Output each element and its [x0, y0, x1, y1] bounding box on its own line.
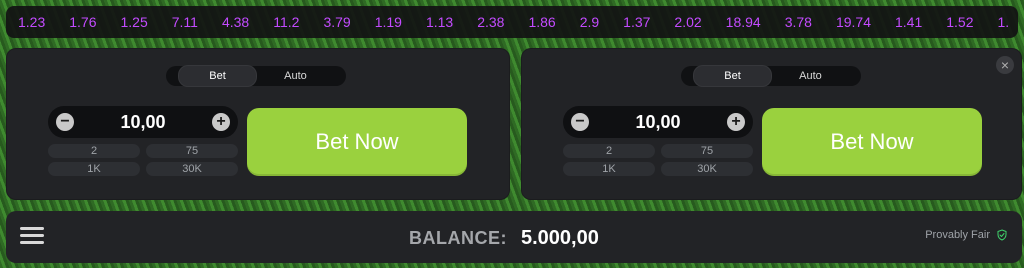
balance-display: BALANCE: 5.000,00: [409, 227, 599, 250]
multiplier-history-item: 7.11: [171, 14, 198, 30]
multiplier-history-item: 1.41: [895, 14, 923, 30]
minus-icon[interactable]: −: [571, 113, 589, 131]
multiplier-history-item: 19.74: [835, 14, 871, 30]
multiplier-history-item: 2.9: [579, 14, 600, 30]
balance-value: 5.000,00: [521, 227, 599, 249]
bet-amount-row: − 10,00 +: [563, 106, 753, 138]
multiplier-history-item: 2.38: [477, 14, 505, 30]
bet-amount-value[interactable]: 10,00: [635, 112, 680, 133]
multiplier-history-item: 2.02: [674, 14, 702, 30]
bet-amount-row: − 10,00 +: [48, 106, 238, 138]
quick-amount-button[interactable]: 1K: [48, 162, 140, 176]
tab-bet[interactable]: Bet: [693, 65, 772, 87]
quick-amount-button[interactable]: 30K: [661, 162, 753, 176]
plus-icon[interactable]: +: [211, 113, 230, 131]
right-bet-panel: × Bet Auto − 10,00 + 2 75 1K 30K Bet Now: [521, 48, 1022, 200]
tab-auto[interactable]: Auto: [257, 66, 334, 86]
multiplier-history-item: 4.38: [221, 14, 250, 30]
bet-now-button[interactable]: Bet Now: [762, 108, 982, 176]
bet-mode-tabs: Bet Auto: [166, 65, 346, 87]
multiplier-history-bar: 1.23 1.76 1.25 7.11 4.38 11.2 3.79 1.19 …: [6, 6, 1018, 38]
multiplier-history-item: 1.: [997, 14, 1010, 30]
multiplier-history-item: 11.2: [273, 14, 300, 30]
bet-mode-tabs: Bet Auto: [681, 65, 861, 87]
bet-amount-value[interactable]: 10,00: [120, 112, 165, 133]
quick-amount-grid: 2 75 1K 30K: [563, 144, 753, 176]
bottom-status-bar: BALANCE: 5.000,00 Provably Fair: [6, 211, 1022, 263]
quick-amount-grid: 2 75 1K 30K: [48, 144, 238, 176]
provably-fair-link[interactable]: Provably Fair: [925, 229, 1008, 241]
multiplier-history-item: 1.23: [18, 14, 46, 30]
quick-amount-button[interactable]: 30K: [146, 162, 238, 176]
left-bet-panel: Bet Auto − 10,00 + 2 75 1K 30K Bet Now: [6, 48, 510, 200]
menu-icon[interactable]: [20, 225, 44, 247]
quick-amount-button[interactable]: 75: [146, 144, 238, 158]
menu-icon-line: [20, 227, 44, 230]
multiplier-history-item: 3.79: [323, 14, 351, 30]
quick-amount-button[interactable]: 1K: [563, 162, 655, 176]
bet-now-button[interactable]: Bet Now: [247, 108, 467, 176]
multiplier-history-item: 1.13: [425, 14, 454, 30]
menu-icon-line: [20, 241, 44, 244]
provably-fair-label: Provably Fair: [925, 229, 990, 241]
menu-icon-line: [20, 234, 44, 237]
balance-label: BALANCE:: [409, 228, 507, 248]
quick-amount-button[interactable]: 75: [661, 144, 753, 158]
shield-check-icon: [997, 229, 1007, 241]
close-icon[interactable]: ×: [996, 56, 1014, 74]
quick-amount-button[interactable]: 2: [48, 144, 140, 158]
multiplier-history-item: 1.19: [374, 14, 402, 30]
multiplier-history-item: 1.37: [623, 14, 651, 30]
multiplier-history-item: 1.86: [528, 14, 556, 30]
tab-auto[interactable]: Auto: [772, 66, 849, 86]
plus-icon[interactable]: +: [726, 113, 745, 131]
quick-amount-button[interactable]: 2: [563, 144, 655, 158]
bet-amount-control: − 10,00 + 2 75 1K 30K: [563, 106, 753, 176]
multiplier-history-item: 3.78: [784, 14, 812, 30]
multiplier-history-item: 1.52: [946, 14, 974, 30]
minus-icon[interactable]: −: [56, 113, 74, 131]
multiplier-history-item: 1.25: [120, 14, 148, 30]
multiplier-history-item: 18.94: [725, 14, 761, 30]
bet-amount-control: − 10,00 + 2 75 1K 30K: [48, 106, 238, 176]
multiplier-history-item: 1.76: [69, 14, 97, 30]
tab-bet[interactable]: Bet: [178, 65, 257, 87]
